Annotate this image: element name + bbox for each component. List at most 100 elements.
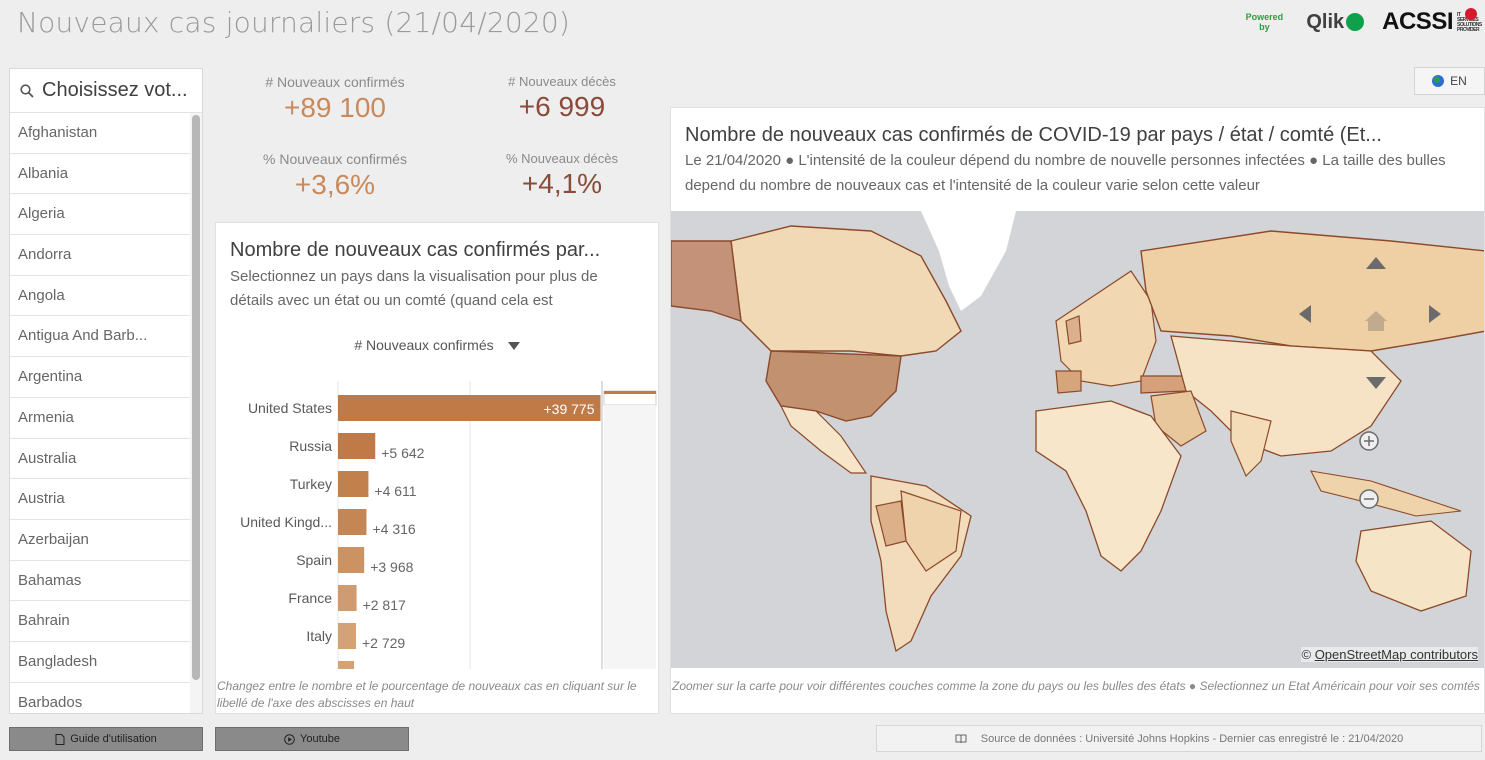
- map-region-africa: [1035, 400, 1182, 572]
- bar-chart-subtitle: Selectionnez un pays dans la visualisati…: [230, 268, 598, 309]
- bar[interactable]: [338, 433, 376, 459]
- list-item[interactable]: Australia: [10, 439, 192, 480]
- user-guide-label[interactable]: Guide d'utilisation: [70, 733, 157, 745]
- map-region-canada: [730, 225, 962, 357]
- kpi-label: % Nouveaux décès: [505, 151, 618, 166]
- map-region-spain: [1055, 370, 1082, 394]
- youtube-label[interactable]: Youtube: [300, 733, 340, 745]
- acssi-dot-icon: [1465, 8, 1477, 20]
- bar[interactable]: [338, 585, 357, 611]
- list-item[interactable]: Bangladesh: [10, 642, 192, 683]
- list-item[interactable]: Argentina: [10, 357, 192, 398]
- qlik-logo-text: Qlik: [1306, 10, 1345, 33]
- page-title: Nouveaux cas journaliers (21/04/2020): [17, 6, 571, 39]
- map-region-india: [1230, 410, 1272, 478]
- category-label[interactable]: United States: [248, 400, 332, 416]
- chart-mini-track: [604, 405, 656, 669]
- map-region-russia: [1140, 230, 1484, 352]
- map-panel: Nombre de nouveaux cas confirmés de COVI…: [670, 107, 1485, 714]
- category-label[interactable]: United Kingd...: [240, 514, 332, 530]
- data-source-bar: Source de données : Université Johns Hop…: [876, 725, 1482, 752]
- kpi-new-deaths: # Nouveaux décès +6 999: [462, 74, 662, 123]
- powered-by-label: Powered by: [1245, 12, 1284, 32]
- play-icon: [284, 733, 295, 745]
- data-label: +4 316: [372, 521, 415, 537]
- data-label: +4 611: [374, 483, 416, 499]
- data-source-text: Source de données : Université Johns Hop…: [980, 732, 1404, 745]
- chart-mini-bar: [604, 391, 656, 394]
- map-region-australia: [1355, 520, 1472, 612]
- chevron-down-icon[interactable]: [507, 342, 520, 351]
- category-label[interactable]: France: [288, 590, 332, 606]
- osm-link[interactable]: OpenStreetMap contributors: [1315, 647, 1478, 662]
- data-label: +39 775: [544, 401, 595, 417]
- kpi-value: +3,6%: [294, 169, 376, 200]
- map-subtitle: Le 21/04/2020 ● L'intensité de la couleu…: [685, 152, 1446, 194]
- data-label: +2 817: [363, 597, 406, 613]
- search-icon: [20, 83, 34, 98]
- bar-partial: [338, 661, 354, 669]
- bar-chart[interactable]: United States +39 775 Russia +5 642 Turkey +4…: [216, 373, 659, 669]
- list-item[interactable]: Albania: [10, 154, 192, 195]
- list-item[interactable]: Bahrain: [10, 601, 192, 642]
- bar-chart-footnote: Changez entre le nombre et le pourcentag…: [217, 679, 637, 710]
- language-button[interactable]: EN: [1414, 67, 1485, 95]
- country-listbox[interactable]: Choisissez vot... Afghanistan Albania Alge…: [9, 68, 203, 714]
- bar-chart-panel: Nombre de nouveaux cas confirmés par... …: [215, 222, 659, 714]
- kpi-value: +6 999: [518, 91, 606, 122]
- bar-chart-title: Nombre de nouveaux cas confirmés par...: [230, 239, 601, 261]
- category-label[interactable]: Spain: [296, 552, 332, 568]
- list-item[interactable]: Barbados: [10, 683, 192, 713]
- list-item[interactable]: Azerbaijan: [10, 520, 192, 561]
- list-item[interactable]: Afghanistan: [10, 113, 192, 154]
- map-region-uk: [1065, 315, 1082, 345]
- world-map-canvas[interactable]: [671, 211, 1485, 668]
- bar[interactable]: [338, 547, 365, 573]
- kpi-value: +89 100: [284, 92, 386, 123]
- country-search-input[interactable]: Choisissez vot...: [42, 79, 188, 102]
- world-map[interactable]: © OpenStreetMap contributors: [671, 211, 1485, 668]
- list-item[interactable]: Antigua And Barb...: [10, 316, 192, 358]
- country-list: Afghanistan Albania Algeria Andorra Angola An…: [10, 113, 192, 713]
- kpi-new-confirmed: # Nouveaux confirmés +89 100: [230, 74, 440, 124]
- category-label[interactable]: Turkey: [290, 476, 332, 492]
- kpi-label: # Nouveaux confirmés: [265, 74, 405, 90]
- kpi-label: % Nouveaux confirmés: [263, 151, 407, 167]
- data-label: +3 968: [370, 559, 413, 575]
- country-list-scrollbar[interactable]: [190, 113, 202, 713]
- qlik-logo: Qlik: [1306, 10, 1365, 34]
- language-label[interactable]: EN: [1450, 74, 1467, 88]
- map-region-se-asia: [1310, 470, 1462, 517]
- category-label[interactable]: Italy: [306, 628, 332, 644]
- measure-selector[interactable]: # Nouveaux confirmés: [216, 337, 658, 353]
- list-item[interactable]: Austria: [10, 479, 192, 520]
- list-item[interactable]: Algeria: [10, 194, 192, 236]
- data-label: +2 729: [362, 635, 405, 651]
- list-item[interactable]: Andorra: [10, 235, 192, 276]
- zoom-in-icon: [1359, 431, 1379, 451]
- map-title: Nombre de nouveaux cas confirmés de COVI…: [685, 124, 1382, 146]
- scrollbar-thumb[interactable]: [192, 115, 200, 680]
- bar[interactable]: [338, 509, 367, 535]
- document-icon: [55, 733, 65, 745]
- zoom-out-icon: [1359, 489, 1379, 509]
- globe-icon: [1432, 75, 1445, 87]
- bar[interactable]: [338, 623, 357, 649]
- list-item[interactable]: Bahamas: [10, 561, 192, 602]
- bar[interactable]: [338, 471, 369, 497]
- qlik-logo-icon: [1346, 13, 1365, 31]
- list-item[interactable]: Armenia: [10, 398, 192, 439]
- list-item[interactable]: Angola: [10, 276, 192, 317]
- user-guide-button[interactable]: Guide d'utilisation: [9, 727, 203, 751]
- kpi-label: # Nouveaux décès: [508, 74, 616, 89]
- data-label: +5 642: [381, 445, 424, 461]
- country-search[interactable]: Choisissez vot...: [10, 69, 202, 113]
- measure-label[interactable]: # Nouveaux confirmés: [354, 337, 493, 353]
- category-label[interactable]: Russia: [289, 438, 332, 454]
- map-footnote: Zoomer sur la carte pour voir différente…: [672, 679, 1480, 693]
- kpi-pct-deaths: % Nouveaux décès +4,1%: [462, 151, 662, 200]
- copyright-symbol: ©: [1301, 647, 1312, 662]
- youtube-button[interactable]: Youtube: [215, 727, 409, 751]
- kpi-value: +4,1%: [521, 168, 603, 199]
- map-attribution: © OpenStreetMap contributors: [1301, 647, 1478, 662]
